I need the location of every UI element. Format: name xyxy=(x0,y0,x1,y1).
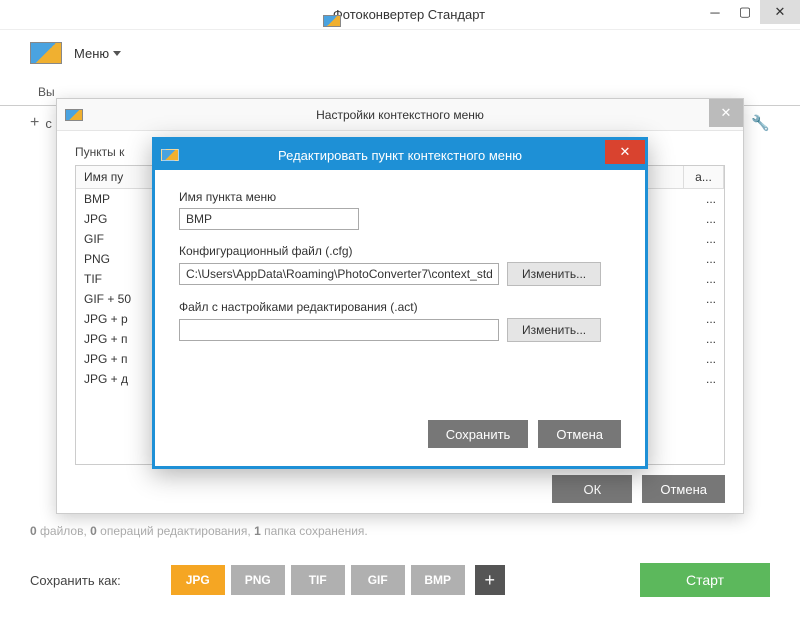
app-logo-icon xyxy=(30,40,62,66)
edit-act-row: Изменить... xyxy=(179,318,621,342)
edit-name-label: Имя пункта меню xyxy=(179,190,621,204)
maximize-button[interactable]: ▢ xyxy=(730,0,760,24)
edit-title: Редактировать пункт контекстного меню xyxy=(278,148,522,163)
settings-close-button[interactable]: ✕ xyxy=(709,99,743,127)
edit-name-input[interactable] xyxy=(179,208,359,230)
edit-cfg-label: Конфигурационный файл (.cfg) xyxy=(179,244,621,258)
format-buttons: JPGPNGTIFGIFBMP xyxy=(171,565,465,595)
row-more: ... xyxy=(684,309,724,329)
edit-act-input[interactable] xyxy=(179,319,499,341)
status-folder-label: папка сохранения. xyxy=(261,524,368,538)
row-more: ... xyxy=(684,189,724,209)
settings-app-icon xyxy=(65,107,83,123)
settings-cancel-button[interactable]: Отмена xyxy=(642,475,725,503)
save-as-label: Сохранить как: xyxy=(30,573,121,588)
status-files-count: 0 xyxy=(30,524,37,538)
edit-close-button[interactable]: ✕ xyxy=(605,140,645,164)
row-more: ... xyxy=(684,369,724,389)
main-titlebar: Фотоконвертер Стандарт ─ ▢ ✕ xyxy=(0,0,800,30)
format-button-bmp[interactable]: BMP xyxy=(411,565,465,595)
row-more: ... xyxy=(684,229,724,249)
status-ops-count: 0 xyxy=(90,524,97,538)
bottom-bar: Сохранить как: JPGPNGTIFGIFBMP + Старт xyxy=(0,549,800,617)
edit-cfg-row: Изменить... xyxy=(179,262,621,286)
window-controls: ─ ▢ ✕ xyxy=(700,0,800,24)
status-files-label: файлов, xyxy=(37,524,90,538)
edit-body: Имя пункта меню Конфигурационный файл (.… xyxy=(155,170,645,362)
settings-title: Настройки контекстного меню xyxy=(316,108,484,122)
row-more: ... xyxy=(684,289,724,309)
row-more: ... xyxy=(684,209,724,229)
row-more: ... xyxy=(684,269,724,289)
menu-button[interactable]: Меню xyxy=(74,46,121,61)
format-button-png[interactable]: PNG xyxy=(231,565,285,595)
edit-cfg-change-button[interactable]: Изменить... xyxy=(507,262,601,286)
menu-label: Меню xyxy=(74,46,109,61)
minimize-button[interactable]: ─ xyxy=(700,0,730,24)
chevron-down-icon xyxy=(113,51,121,56)
edit-titlebar: Редактировать пункт контекстного меню ✕ xyxy=(155,140,645,170)
close-button[interactable]: ✕ xyxy=(760,0,800,24)
settings-ok-button[interactable]: ОК xyxy=(552,475,632,503)
start-button[interactable]: Старт xyxy=(640,563,770,597)
edit-save-button[interactable]: Сохранить xyxy=(428,420,529,448)
row-more: ... xyxy=(684,349,724,369)
edit-cfg-input[interactable] xyxy=(179,263,499,285)
add-icon[interactable]: + xyxy=(30,114,39,132)
status-folder-count: 1 xyxy=(254,524,261,538)
settings-buttons: ОК Отмена xyxy=(552,475,725,503)
edit-buttons: Сохранить Отмена xyxy=(428,420,621,448)
format-button-tif[interactable]: TIF xyxy=(291,565,345,595)
menubar: Меню xyxy=(0,30,800,76)
settings-titlebar: Настройки контекстного меню ✕ xyxy=(57,99,743,131)
status-ops-label: операций редактирования, xyxy=(97,524,254,538)
edit-context-item-dialog: Редактировать пункт контекстного меню ✕ … xyxy=(152,137,648,469)
toolbar-label-partial: c xyxy=(45,116,52,131)
add-format-button[interactable]: + xyxy=(475,565,505,595)
edit-act-change-button[interactable]: Изменить... xyxy=(507,318,601,342)
format-button-gif[interactable]: GIF xyxy=(351,565,405,595)
app-icon xyxy=(323,13,341,29)
format-button-jpg[interactable]: JPG xyxy=(171,565,225,595)
row-more: ... xyxy=(684,249,724,269)
status-bar: 0 файлов, 0 операций редактирования, 1 п… xyxy=(30,524,368,538)
edit-act-label: Файл с настройками редактирования (.act) xyxy=(179,300,621,314)
edit-app-icon xyxy=(161,147,179,163)
row-more: ... xyxy=(684,329,724,349)
settings-col-3[interactable]: а... xyxy=(684,166,724,188)
window-title: Фотоконвертер Стандарт xyxy=(333,7,485,22)
edit-cancel-button[interactable]: Отмена xyxy=(538,420,621,448)
wrench-icon[interactable]: 🔧 xyxy=(751,114,770,132)
